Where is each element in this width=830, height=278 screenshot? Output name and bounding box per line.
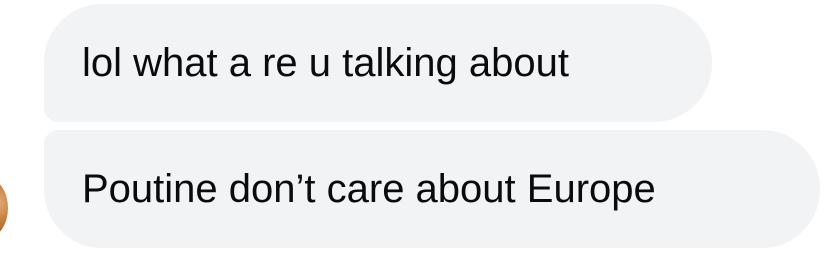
message-bubble[interactable]: Poutine don’t care about Europe [44,130,820,248]
avatar[interactable] [0,178,8,238]
message-bubble[interactable]: lol what a re u talking about [44,4,712,122]
message-thread: lol what a re u talking about Poutine do… [0,0,830,278]
message-text: lol what a re u talking about [82,41,569,85]
message-text: Poutine don’t care about Europe [82,167,656,211]
